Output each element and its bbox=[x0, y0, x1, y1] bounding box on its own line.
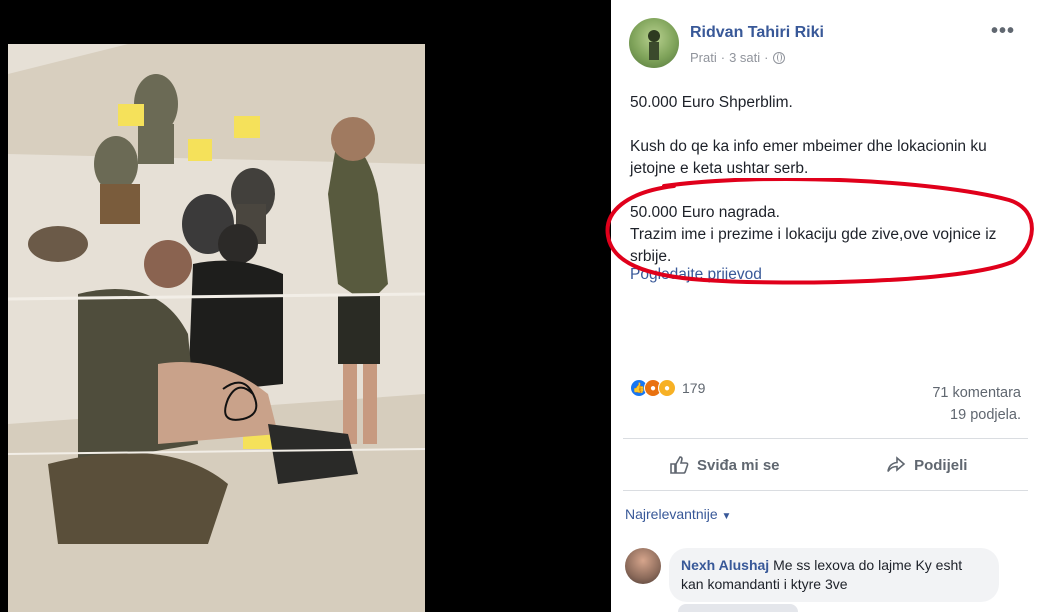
share-label: Podijeli bbox=[914, 456, 968, 474]
divider-bottom bbox=[623, 490, 1028, 491]
divider-top bbox=[623, 438, 1028, 439]
author-name[interactable]: Ridvan Tahiri Riki bbox=[690, 24, 824, 42]
post-meta: Prati · 3 sati · bbox=[690, 50, 785, 65]
avatar-illustration bbox=[648, 30, 660, 60]
meta-separator-2: · bbox=[764, 50, 769, 65]
photo-illustration bbox=[8, 44, 425, 612]
share-button[interactable]: Podijeli bbox=[826, 445, 1029, 485]
shares-count[interactable]: 19 podjela. bbox=[932, 404, 1021, 426]
share-icon bbox=[887, 456, 906, 472]
follow-link[interactable]: Prati bbox=[690, 50, 717, 65]
post-paragraph-1: 50.000 Euro Shperblim. bbox=[630, 94, 793, 111]
post-paragraph-3: 50.000 Euro nagrada. Trazim ime i prezim… bbox=[630, 204, 997, 265]
comment-bubble: Nexh Alushaj Me ss lexova do lajme Ky es… bbox=[669, 548, 999, 602]
post-time[interactable]: 3 sati bbox=[729, 50, 760, 65]
comments-count[interactable]: 71 komentara bbox=[932, 382, 1021, 404]
sort-label: Najrelevantnije bbox=[625, 506, 718, 522]
comment-sort-dropdown[interactable]: Najrelevantnije ▼ bbox=[625, 506, 731, 522]
commenter-name[interactable]: Nexh Alushaj bbox=[681, 557, 769, 573]
like-button[interactable]: Sviđa mi se bbox=[623, 445, 826, 485]
post-panel: Ridvan Tahiri Riki Prati · 3 sati · ••• … bbox=[611, 0, 1040, 612]
post-paragraph-2: Kush do qe ka info emer mbeimer dhe loka… bbox=[630, 138, 987, 177]
dropdown-icon: ▼ bbox=[721, 511, 732, 522]
next-comment-bubble bbox=[678, 604, 798, 612]
engagement-counts: 71 komentara 19 podjela. bbox=[932, 382, 1021, 426]
action-bar: Sviđa mi se Podijeli bbox=[623, 445, 1028, 485]
commenter-avatar[interactable] bbox=[625, 548, 661, 584]
reaction-summary[interactable]: 👍 ● ● 179 bbox=[630, 379, 705, 397]
globe-icon bbox=[772, 51, 785, 64]
author-avatar[interactable] bbox=[629, 18, 679, 68]
post-photo[interactable] bbox=[8, 44, 425, 612]
more-icon[interactable]: ••• bbox=[991, 20, 1015, 43]
photo-viewer bbox=[0, 0, 611, 612]
like-icon bbox=[670, 456, 689, 474]
sad-reaction-icon: ● bbox=[658, 379, 676, 397]
post-header: Ridvan Tahiri Riki Prati · 3 sati · ••• bbox=[629, 18, 1029, 70]
reaction-count: 179 bbox=[682, 380, 706, 396]
meta-separator: · bbox=[720, 50, 726, 65]
like-label: Sviđa mi se bbox=[696, 456, 780, 474]
post-body: 50.000 Euro Shperblim. Kush do qe ka inf… bbox=[630, 92, 1030, 286]
translation-link[interactable]: Pogledajte prijevod bbox=[630, 264, 1030, 286]
